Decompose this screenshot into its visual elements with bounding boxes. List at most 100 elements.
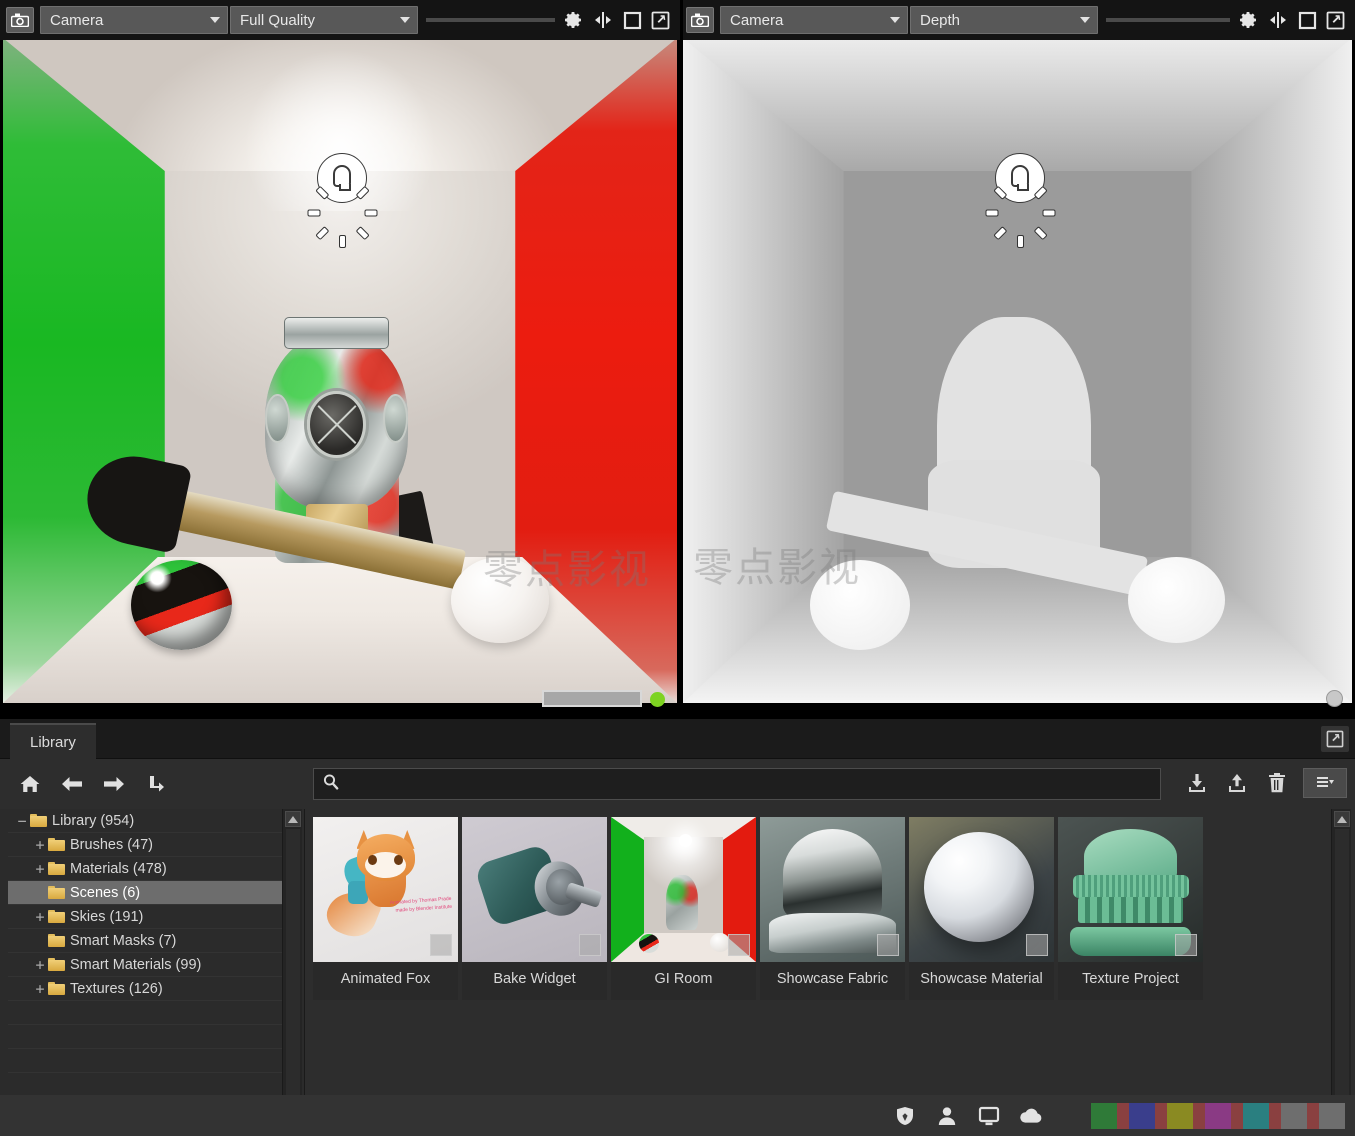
asset-thumbnail-showcase-material[interactable] <box>909 817 1054 962</box>
user-icon[interactable] <box>935 1104 959 1128</box>
chevron-down-icon <box>210 17 220 23</box>
tab-library[interactable]: Library <box>10 723 96 759</box>
popout-icon[interactable] <box>1326 11 1345 30</box>
viewport-left-toolbar: Camera Full Quality <box>0 0 680 40</box>
color-swatch-red[interactable] <box>1091 1102 1117 1129</box>
render-preview-full-quality[interactable]: 零点影视 <box>3 38 677 703</box>
gear-icon[interactable] <box>563 10 583 30</box>
asset-cell[interactable]: Showcase Fabric <box>760 817 905 1001</box>
asset-thumbnail-bake-widget[interactable] <box>462 817 607 962</box>
gear-icon[interactable] <box>1238 10 1258 30</box>
viewport-right[interactable]: 零点影视 Camera Depth <box>680 0 1355 719</box>
viewport-left-camera-dropdown[interactable]: Camera <box>40 6 228 34</box>
search-box[interactable] <box>313 768 1161 800</box>
asset-thumbnail-showcase-fabric[interactable] <box>760 817 905 962</box>
camera-icon[interactable] <box>6 7 34 33</box>
tree-toggle[interactable]: − <box>14 812 30 830</box>
asset-grid: Animated by Thomas Prade made by Blender… <box>313 817 1325 1001</box>
home-icon[interactable] <box>18 772 42 796</box>
depth-view-handle[interactable] <box>1326 690 1343 707</box>
tree-toggle[interactable]: + <box>32 980 48 998</box>
popout-icon[interactable] <box>651 11 670 30</box>
monitor-icon[interactable] <box>977 1104 1001 1128</box>
tree-item-scenes[interactable]: Scenes (6) <box>8 881 282 905</box>
viewport-left-quality-dropdown[interactable]: Full Quality <box>230 6 418 34</box>
tab-library-label: Library <box>30 733 76 751</box>
split-view-icon[interactable] <box>1267 11 1289 29</box>
viewport-left[interactable]: 零点影视 Camera Full Quality <box>0 0 680 719</box>
tree-scrollbar[interactable] <box>282 809 302 1136</box>
fullscreen-icon[interactable] <box>1298 11 1317 30</box>
tree-toggle[interactable]: + <box>32 836 48 854</box>
chevron-down-icon <box>1080 17 1090 23</box>
cloud-icon[interactable] <box>1019 1104 1043 1128</box>
search-icon <box>322 773 340 796</box>
color-swatch-blue[interactable] <box>1167 1102 1193 1129</box>
asset-cell[interactable]: Bake Widget <box>462 817 607 1001</box>
asset-thumbnail-gi-room[interactable] <box>611 817 756 962</box>
search-input[interactable] <box>346 776 1152 792</box>
tree-toggle[interactable]: + <box>32 956 48 974</box>
tree-item-label: Scenes (6) <box>70 884 141 901</box>
tree-item-label: Skies (191) <box>70 908 144 925</box>
tree-item-library[interactable]: − Library (954) <box>8 809 282 833</box>
tree-item-materials[interactable]: + Materials (478) <box>8 857 282 881</box>
tree-item-skies[interactable]: + Skies (191) <box>8 905 282 929</box>
camera-icon[interactable] <box>686 7 714 33</box>
light-bulb-icon[interactable] <box>983 141 1057 248</box>
back-arrow-icon[interactable] <box>60 772 84 796</box>
asset-type-badge <box>579 934 601 956</box>
asset-thumbnail-animated-fox[interactable]: Animated by Thomas Prade made by Blender… <box>313 817 458 962</box>
asset-grid-scrollbar-track[interactable] <box>1335 829 1349 1116</box>
viewport-progress-slider[interactable] <box>542 690 642 707</box>
download-icon[interactable] <box>1183 768 1211 798</box>
upload-icon[interactable] <box>1223 768 1251 798</box>
folder-icon <box>48 862 65 875</box>
tree-item-label: Smart Materials (99) <box>70 956 202 973</box>
asset-grid-scrollbar[interactable] <box>1331 809 1351 1136</box>
tree-item-label: Textures (126) <box>70 980 163 997</box>
library-body: − Library (954) + Brushes (47) + Materia… <box>0 809 1355 1136</box>
asset-label: GI Room <box>654 971 713 987</box>
application-window: 零点影视 Camera Full Quality 零点影视 Camera Dep… <box>0 0 1355 1136</box>
color-swatch-gray[interactable] <box>1319 1102 1345 1129</box>
tree-toggle[interactable]: + <box>32 860 48 878</box>
forward-arrow-icon[interactable] <box>102 772 126 796</box>
tree-item-smart-materials[interactable]: + Smart Materials (99) <box>8 953 282 977</box>
scroll-up-icon[interactable] <box>285 811 301 827</box>
light-bulb-icon[interactable] <box>305 141 379 248</box>
library-folder-tree: − Library (954) + Brushes (47) + Materia… <box>8 809 282 1136</box>
library-toolbar <box>0 759 1355 809</box>
up-level-icon[interactable] <box>144 772 168 796</box>
tree-toggle[interactable]: + <box>32 908 48 926</box>
thumbnail-credit: Animated by Thomas Prade made by Blender… <box>389 896 453 914</box>
color-swatch-green[interactable] <box>1129 1102 1155 1129</box>
render-status-indicator[interactable] <box>650 692 665 707</box>
asset-cell[interactable]: GI Room <box>611 817 756 1001</box>
popout-icon[interactable] <box>1321 726 1349 752</box>
asset-cell[interactable]: Texture Project <box>1058 817 1203 1001</box>
asset-label: Showcase Fabric <box>776 971 889 987</box>
trash-icon[interactable] <box>1263 768 1291 798</box>
list-view-dropdown-icon[interactable] <box>1303 768 1347 798</box>
fullscreen-icon[interactable] <box>623 11 642 30</box>
render-preview-depth[interactable]: 零点影视 <box>683 38 1352 703</box>
color-swatch-teal[interactable] <box>1281 1102 1307 1129</box>
shield-icon[interactable] <box>893 1104 917 1128</box>
scroll-up-icon[interactable] <box>1334 811 1350 827</box>
split-view-icon[interactable] <box>592 11 614 29</box>
asset-type-badge <box>1026 934 1048 956</box>
tree-item-brushes[interactable]: + Brushes (47) <box>8 833 282 857</box>
tree-item-label: Brushes (47) <box>70 836 154 853</box>
color-swatch-olive[interactable] <box>1205 1102 1231 1129</box>
tree-scrollbar-track[interactable] <box>286 829 300 1116</box>
asset-cell[interactable]: Showcase Material <box>909 817 1054 1001</box>
color-swatch-purple[interactable] <box>1243 1102 1269 1129</box>
viewport-right-camera-dropdown[interactable]: Camera <box>720 6 908 34</box>
tree-item-textures[interactable]: + Textures (126) <box>8 977 282 1001</box>
asset-thumbnail-texture-project[interactable] <box>1058 817 1203 962</box>
asset-cell[interactable]: Animated by Thomas Prade made by Blender… <box>313 817 458 1001</box>
viewport-right-channel-dropdown[interactable]: Depth <box>910 6 1098 34</box>
viewport-divider[interactable] <box>680 0 683 719</box>
tree-item-smart-masks[interactable]: Smart Masks (7) <box>8 929 282 953</box>
